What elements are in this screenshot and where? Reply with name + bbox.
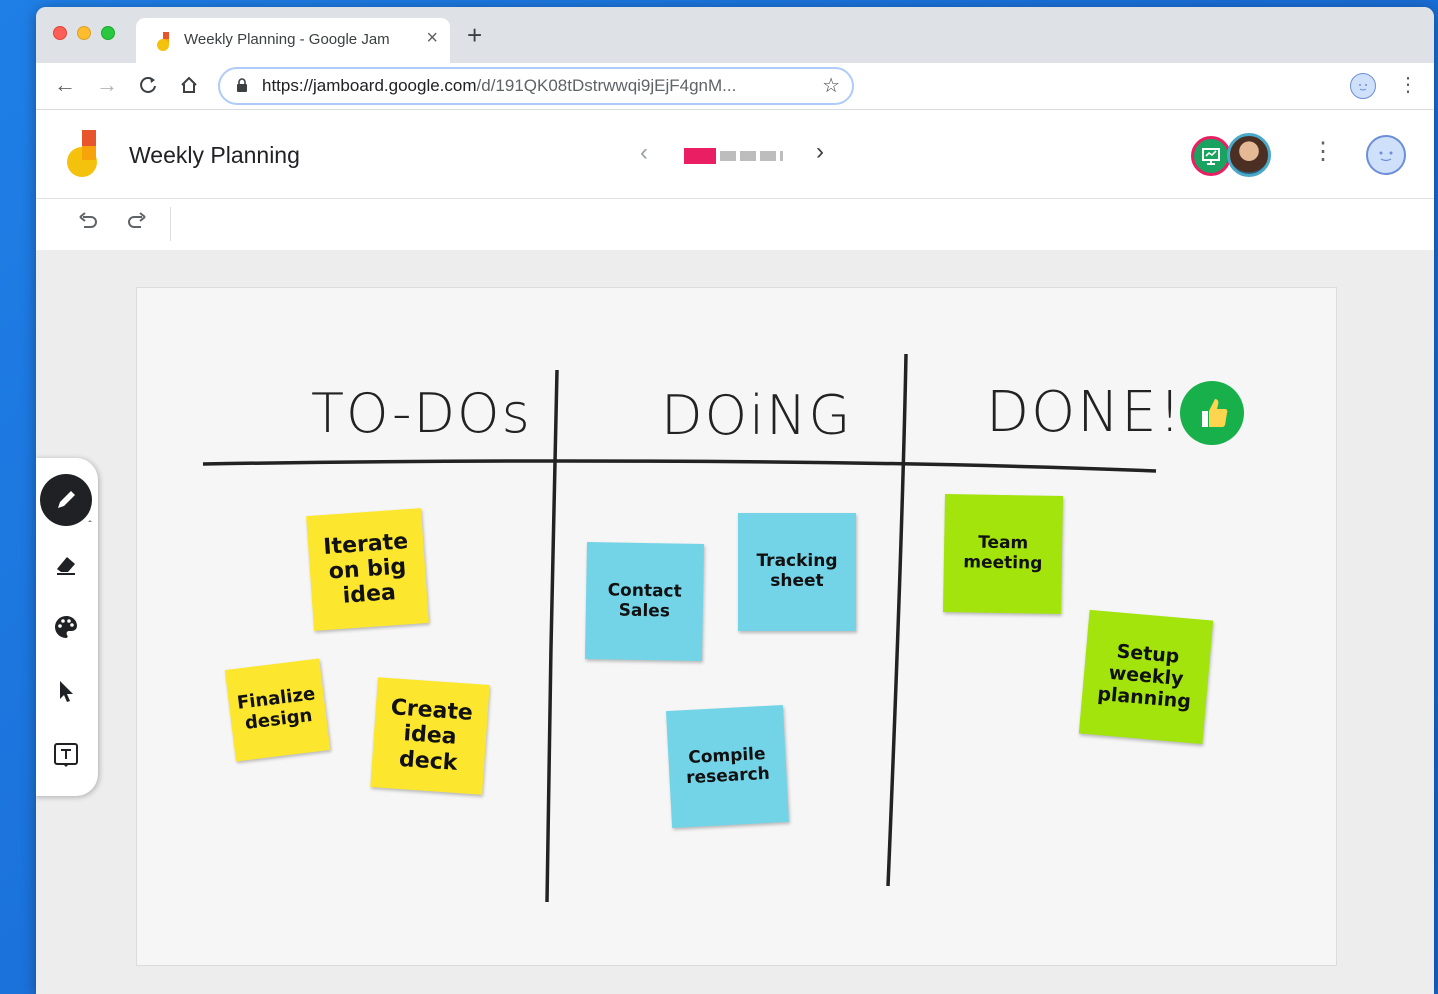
next-frame-button[interactable]: ›	[816, 138, 824, 166]
frame-thumbnail[interactable]	[760, 151, 776, 161]
previous-frame-button[interactable]: ‹	[640, 139, 648, 167]
toolbar-divider	[170, 207, 171, 241]
sticky-note[interactable]: Finalize design	[224, 658, 331, 762]
frame-thumbnail[interactable]	[740, 151, 756, 161]
sticky-note[interactable]: Tracking sheet	[738, 513, 856, 631]
browser-menu-icon[interactable]: ⋮	[1398, 71, 1418, 99]
canvas-area: TO-DOs DOiNG DONE! Iterate on big idea Fin…	[36, 250, 1434, 994]
forward-icon[interactable]: →	[96, 71, 118, 99]
browser-toolbar: ← → https://jamboard.google.com/d/191QK0…	[36, 63, 1434, 110]
thumbs-up-icon[interactable]	[1180, 381, 1244, 445]
minimize-window-button[interactable]	[77, 26, 91, 40]
jamboard-frame[interactable]: TO-DOs DOiNG DONE! Iterate on big idea Fin…	[136, 287, 1337, 966]
redo-icon[interactable]	[125, 209, 149, 233]
browser-profile-avatar[interactable]	[1350, 73, 1376, 99]
account-avatar[interactable]	[1366, 135, 1406, 175]
browser-window: Weekly Planning - Google Jam × + ← → htt…	[36, 7, 1434, 994]
select-tool-button[interactable]	[40, 665, 92, 717]
tool-rail	[36, 458, 98, 796]
url-text: https://jamboard.google.com/d/191QK08tDs…	[262, 76, 737, 95]
column-header-done: DONE!	[986, 380, 1183, 445]
tab-strip: Weekly Planning - Google Jam × +	[36, 7, 1434, 63]
jamboard-logo	[67, 130, 97, 177]
column-header-doing: DOiNG	[661, 384, 853, 447]
zoom-window-button[interactable]	[101, 26, 115, 40]
presenting-avatar[interactable]	[1191, 136, 1231, 176]
sticky-note[interactable]: Setup weekly planning	[1078, 609, 1214, 745]
lock-icon	[237, 78, 247, 92]
text-box-tool-button[interactable]	[40, 729, 92, 781]
more-options-icon[interactable]: ⋮	[1311, 138, 1335, 166]
page-title: Weekly Planning	[129, 142, 300, 168]
collaborator-avatar[interactable]	[1227, 133, 1271, 177]
sticky-note[interactable]: Create idea deck	[370, 677, 490, 795]
frame-thumbnail-active[interactable]	[684, 148, 716, 164]
frame-thumbnail[interactable]	[720, 151, 736, 161]
eraser-icon	[57, 557, 75, 575]
pen-tool-button[interactable]	[40, 474, 92, 526]
address-bar[interactable]: https://jamboard.google.com/d/191QK08tDs…	[218, 67, 854, 105]
home-icon[interactable]	[179, 71, 199, 102]
browser-tab[interactable]: Weekly Planning - Google Jam ×	[136, 18, 450, 63]
edit-toolbar	[36, 199, 1434, 249]
frame-thumbnail[interactable]	[780, 151, 783, 161]
back-icon[interactable]: ←	[54, 71, 76, 99]
undo-icon[interactable]	[76, 209, 100, 233]
reload-icon[interactable]	[138, 71, 158, 102]
sticky-note[interactable]: Iterate on big idea	[306, 508, 429, 631]
sticky-note[interactable]: Contact Sales	[584, 541, 705, 662]
bookmark-star-icon[interactable]: ☆	[822, 73, 840, 98]
sticky-note[interactable]: Team meeting	[942, 493, 1064, 615]
tab-title: Weekly Planning - Google Jam	[184, 31, 390, 48]
new-tab-button[interactable]: +	[467, 22, 482, 48]
column-header-todo: TO-DOs	[311, 382, 532, 445]
eraser-tool-button[interactable]	[40, 538, 92, 590]
app-header: Weekly Planning ‹ › ⋮	[36, 110, 1434, 199]
pen-icon	[40, 474, 92, 526]
jamboard-favicon-icon	[157, 32, 169, 51]
sticky-note[interactable]: Compile research	[666, 705, 789, 828]
tab-close-icon[interactable]: ×	[426, 27, 438, 50]
color-tool-button[interactable]	[40, 601, 92, 653]
palette-icon	[55, 616, 77, 638]
close-window-button[interactable]	[53, 26, 67, 40]
select-arrow-icon	[60, 681, 73, 702]
text-box-icon	[54, 743, 78, 767]
